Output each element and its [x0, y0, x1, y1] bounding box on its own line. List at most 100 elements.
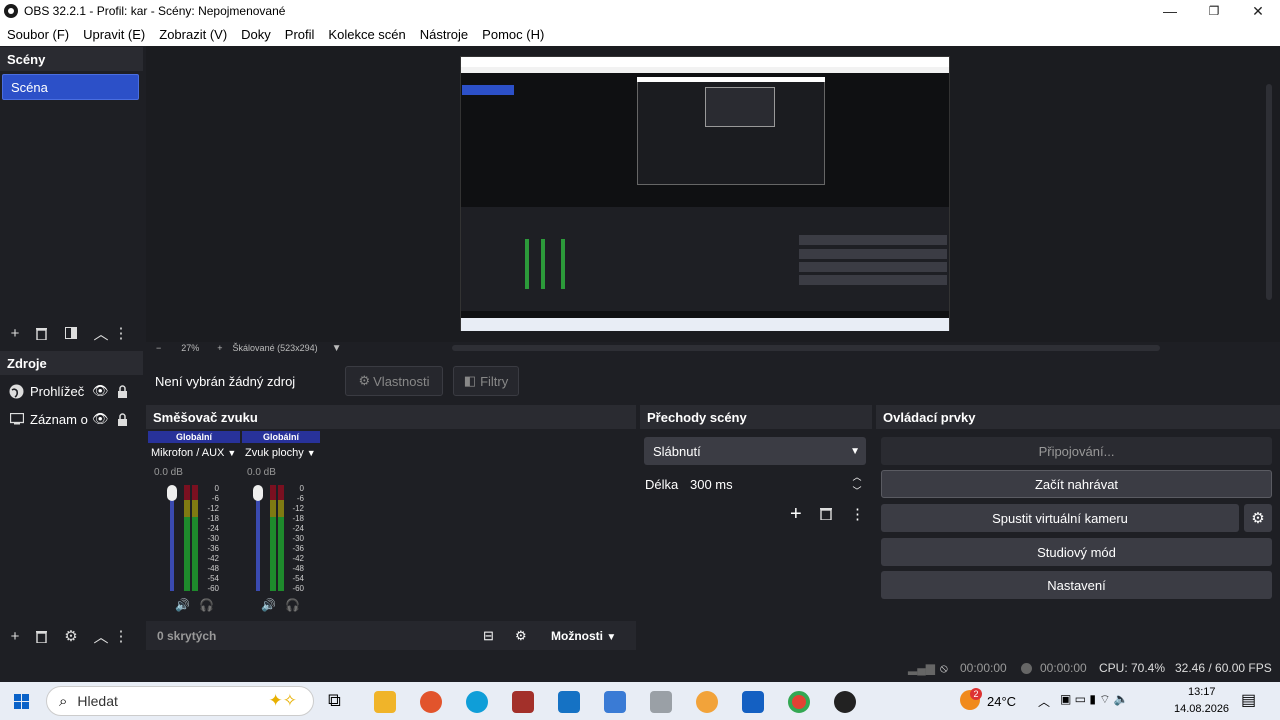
stream-time: 00:00:00 — [960, 661, 1007, 675]
close-button[interactable]: ✕ — [1236, 0, 1280, 22]
tray-icons[interactable]: ▣ ▭ ▮ ⌔ 🔈 — [1060, 692, 1129, 707]
menu-profile[interactable]: Profil — [278, 27, 322, 42]
horizontal-scrollbar[interactable] — [452, 345, 1160, 351]
more-icon[interactable]: ⋮ — [114, 623, 129, 649]
task-view-icon[interactable]: ⧉ — [328, 690, 341, 711]
menu-view[interactable]: Zobrazit (V) — [152, 27, 234, 42]
edge-icon[interactable] — [466, 691, 488, 713]
file-explorer-icon[interactable] — [374, 691, 396, 713]
maximize-button[interactable]: ❐ — [1192, 0, 1236, 22]
volume-slider-track[interactable] — [256, 487, 260, 591]
menu-edit[interactable]: Upravit (E) — [76, 27, 152, 42]
level-meter — [270, 485, 276, 591]
db-tick: -54 — [207, 574, 219, 583]
visibility-eye-icon[interactable]: 👁 — [92, 383, 109, 399]
zoom-level: 27% — [181, 343, 200, 353]
source-settings-gear-icon[interactable]: ⚙ — [58, 623, 84, 649]
lock-icon[interactable] — [117, 384, 128, 398]
advanced-audio-gear-icon[interactable]: ⚙ — [515, 628, 527, 644]
volume-slider-handle[interactable] — [253, 485, 263, 501]
app-icon[interactable] — [604, 691, 626, 713]
studio-mode-button[interactable]: Studiový mód — [881, 538, 1272, 566]
app-circle-icon[interactable] — [696, 691, 718, 713]
headphones-icon[interactable]: 🎧 — [199, 598, 214, 612]
volume-slider-track[interactable] — [170, 487, 174, 591]
sources-dock-title: Zdroje — [0, 351, 143, 375]
virtual-camera-gear-icon[interactable]: ⚙ — [1244, 504, 1272, 532]
delete-transition-icon[interactable] — [820, 507, 832, 520]
layout-toggle-icon[interactable]: ⊟ — [483, 628, 494, 644]
printer-icon[interactable] — [650, 691, 672, 713]
menu-bar: Soubor (F) Upravit (E) Zobrazit (V) Doky… — [0, 22, 1280, 46]
properties-label: Vlastnosti — [373, 373, 430, 389]
add-scene-icon[interactable]: + — [2, 320, 28, 346]
db-tick: -36 — [292, 544, 304, 553]
volume-slider-handle[interactable] — [167, 485, 177, 501]
preview-scrollbar[interactable] — [1266, 84, 1272, 300]
minimize-button[interactable]: — — [1148, 0, 1192, 22]
db-tick: 0 — [214, 484, 219, 493]
channel-level: 0.0 dB — [247, 467, 276, 478]
db-tick: -30 — [207, 534, 219, 543]
channel-name[interactable]: Zvuk plochy ▼ — [245, 447, 325, 459]
duration-input[interactable]: 300 ms — [681, 470, 846, 498]
add-source-icon[interactable]: + — [2, 623, 28, 649]
transition-select[interactable]: Slábnutí ▼ — [644, 437, 866, 465]
windows-start-icon[interactable] — [14, 694, 29, 709]
store-icon[interactable] — [742, 691, 764, 713]
visibility-eye-icon[interactable]: 👁 — [92, 411, 109, 427]
notification-center-icon[interactable]: ▤ — [1241, 690, 1256, 710]
move-up-icon[interactable]: ︿ — [88, 623, 114, 649]
db-tick: -18 — [292, 514, 304, 523]
options-label: Možnosti — [551, 628, 603, 643]
properties-button[interactable]: ⚙ Vlastnosti — [345, 366, 443, 396]
source-label: Záznam o — [30, 411, 88, 427]
window-title: OBS 32.2.1 - Profil: kar - Scény: Nepojm… — [24, 4, 286, 18]
speaker-icon[interactable]: 🔊 — [261, 598, 276, 612]
tray-overflow-icon[interactable]: ︿ — [1038, 693, 1050, 710]
scale-dropdown-icon[interactable]: ▼ — [332, 343, 342, 354]
mail-icon[interactable] — [558, 691, 580, 713]
scene-filters-icon[interactable] — [58, 320, 84, 346]
taskbar-search[interactable]: ⌕ Hledat ✦✧ — [46, 686, 314, 716]
connecting-button[interactable]: Připojování... — [881, 437, 1272, 465]
chrome-icon[interactable] — [788, 691, 810, 713]
dropdown-icon: ▼ — [606, 631, 617, 643]
menu-tools[interactable]: Nástroje — [413, 27, 475, 42]
source-item[interactable]: Záznam o 👁 — [0, 406, 143, 432]
zoom-in-button[interactable]: + — [217, 343, 222, 353]
source-item[interactable]: Prohlížeč 👁 — [0, 378, 143, 404]
start-recording-button[interactable]: Začít nahrávat — [881, 470, 1272, 498]
delete-scene-icon[interactable] — [28, 320, 54, 346]
level-meter — [184, 485, 190, 591]
start-virtual-camera-button[interactable]: Spustit virtuální kameru — [881, 504, 1239, 532]
menu-help[interactable]: Pomoc (H) — [475, 27, 551, 42]
add-transition-icon[interactable]: + — [790, 503, 802, 526]
duration-spinner[interactable]: ︿ ﹀ — [848, 470, 866, 498]
transition-more-icon[interactable]: ⋮ — [850, 505, 865, 523]
menu-scene-collection[interactable]: Kolekce scén — [321, 27, 412, 42]
delete-source-icon[interactable] — [28, 623, 54, 649]
db-tick: -48 — [207, 564, 219, 573]
hidden-count: 0 skrytých — [157, 628, 217, 643]
no-source-label: Není vybrán žádný zdroj — [155, 373, 296, 389]
scene-item[interactable]: Scéna — [2, 74, 139, 100]
obs-taskbar-icon[interactable] — [834, 691, 856, 713]
menu-file[interactable]: Soubor (F) — [0, 27, 76, 42]
db-tick: -6 — [296, 494, 304, 503]
db-tick: -48 — [292, 564, 304, 573]
headphones-icon[interactable]: 🎧 — [285, 598, 300, 612]
filters-button[interactable]: ◧ Filtry — [453, 366, 519, 396]
channel-name[interactable]: Mikrofon / AUX ▼ — [151, 447, 241, 459]
lock-icon[interactable] — [117, 412, 128, 426]
zoom-out-button[interactable]: − — [156, 343, 161, 353]
record-time: 00:00:00 — [1040, 661, 1087, 675]
menu-docks[interactable]: Doky — [234, 27, 278, 42]
firefox-icon[interactable] — [420, 691, 442, 713]
winrar-icon[interactable] — [512, 691, 534, 713]
move-up-icon[interactable]: ︿ — [88, 320, 114, 346]
more-icon[interactable]: ⋮ — [114, 320, 129, 346]
options-menu[interactable]: Možnosti ▼ — [551, 629, 616, 643]
settings-button[interactable]: Nastavení — [881, 571, 1272, 599]
speaker-icon[interactable]: 🔊 — [175, 598, 190, 612]
